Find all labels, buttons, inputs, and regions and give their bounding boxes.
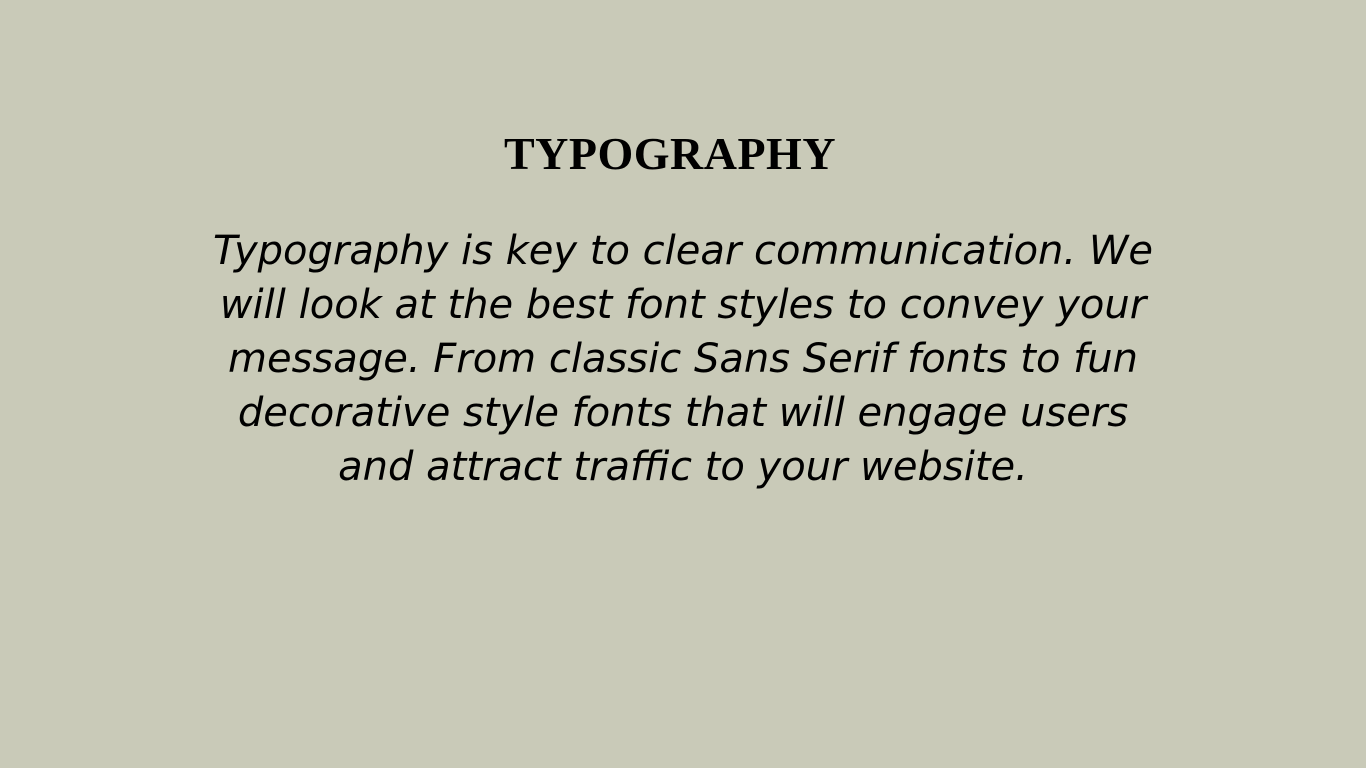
body-line: decorative style fonts that will engage … <box>237 390 1129 436</box>
slide-body-text: Typography is key to clear communication… <box>143 224 1223 494</box>
slide: TYPOGRAPHY Typography is key to clear co… <box>0 0 1366 768</box>
body-line: Typography is key to clear communication… <box>213 228 1153 274</box>
body-line: and attract traffic to your website. <box>338 444 1028 490</box>
body-line: will look at the best font styles to con… <box>219 282 1147 328</box>
body-line: message. From classic Sans Serif fonts t… <box>228 336 1138 382</box>
slide-title: TYPOGRAPHY <box>503 128 837 179</box>
